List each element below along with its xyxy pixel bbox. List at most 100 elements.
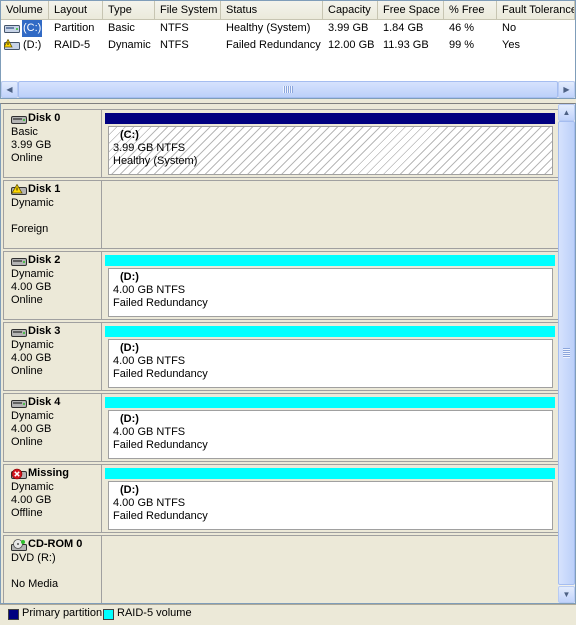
scroll-right-button[interactable]: ▶ [558, 81, 575, 98]
status-cell: Healthy (System) [226, 22, 311, 34]
disk-row-disk-2[interactable]: Disk 2 Dynamic 4.00 GB Online (D:) 4.00 GB NT… [3, 251, 559, 320]
disk-info[interactable]: CD-ROM 0 DVD (R:) No Media [3, 535, 102, 603]
column-capacity[interactable]: Capacity [323, 1, 378, 19]
partition-status: Failed Redundancy [113, 439, 208, 451]
layout-cell: RAID-5 [54, 39, 91, 51]
scroll-up-button[interactable]: ▲ [558, 104, 575, 121]
column-percent-free[interactable]: % Free [444, 1, 497, 19]
volume-list[interactable]: Volume Layout Type File System Status Ca… [0, 0, 576, 99]
disk-info[interactable]: Disk 2 Dynamic 4.00 GB Online [3, 251, 102, 320]
disk-row-disk-3[interactable]: Disk 3 Dynamic 4.00 GB Online (D:) 4.00 GB NT… [3, 322, 559, 391]
disk-info[interactable]: Disk 4 Dynamic 4.00 GB Online [3, 393, 102, 462]
disk-partition-area[interactable]: (D:) 4.00 GB NTFS Failed Redundancy [102, 464, 559, 533]
disk-row-cd-rom-0[interactable]: CD-ROM 0 DVD (R:) No Media [3, 535, 559, 603]
disk-line2: 4.00 GB [11, 423, 52, 435]
volume-row-d[interactable]: (D:) RAID-5 Dynamic NTFS Failed Redundan… [1, 37, 575, 54]
disk-line2: 4.00 GB [11, 281, 52, 293]
capacity-cell: 3.99 GB [328, 22, 369, 34]
grip-icon [563, 348, 570, 358]
partition-color-bar [105, 468, 555, 479]
partition-status: Failed Redundancy [113, 510, 208, 522]
partition-box[interactable]: (D:) 4.00 GB NTFS Failed Redundancy [108, 339, 553, 388]
disk-row-disk-1[interactable]: Disk 1 Dynamic Foreign [3, 180, 559, 249]
disk-partition-area[interactable]: (D:) 4.00 GB NTFS Failed Redundancy [102, 322, 559, 391]
free-space-cell: 11.93 GB [383, 39, 429, 51]
partition-color-bar [105, 397, 555, 408]
layout-cell: Partition [54, 22, 95, 34]
disk-info[interactable]: Disk 1 Dynamic Foreign [3, 180, 102, 249]
disk-line3: Online [11, 365, 43, 377]
disk-line1: Dynamic [11, 410, 54, 422]
disk-line2: 4.00 GB [11, 494, 52, 506]
cdrom-icon [11, 539, 27, 551]
legend-label-raid5: RAID-5 volume [117, 607, 192, 619]
disk-partition-area[interactable]: (C:) 3.99 GB NTFS Healthy (System) [102, 109, 559, 178]
vertical-scroll-thumb[interactable] [558, 121, 575, 585]
horizontal-scrollbar[interactable]: ◀ ▶ [1, 81, 575, 98]
disk-row-disk-4[interactable]: Disk 4 Dynamic 4.00 GB Online (D:) 4.00 GB NT… [3, 393, 559, 462]
partition-label: (D:) [120, 484, 139, 496]
disk-row-disk-0[interactable]: Disk 0 Basic 3.99 GB Online (C:) 3.99 GB NTFS… [3, 109, 559, 178]
partition-box[interactable]: (C:) 3.99 GB NTFS Healthy (System) [108, 126, 553, 175]
volume-row-c[interactable]: (C:) Partition Basic NTFS Healthy (Syste… [1, 20, 575, 37]
disk-name: Disk 0 [11, 112, 101, 126]
type-cell: Dynamic [108, 39, 151, 51]
disk-name: Disk 1 [11, 183, 101, 197]
column-type[interactable]: Type [103, 1, 155, 19]
partition-box[interactable]: (D:) 4.00 GB NTFS Failed Redundancy [108, 268, 553, 317]
status-cell: Failed Redundancy [226, 39, 321, 51]
disk-name-text: Disk 0 [28, 112, 61, 124]
partition-box[interactable]: (D:) 4.00 GB NTFS Failed Redundancy [108, 410, 553, 459]
column-volume[interactable]: Volume [1, 1, 49, 19]
disk-line3: Online [11, 152, 43, 164]
partition-status: Failed Redundancy [113, 368, 208, 380]
disk-info[interactable]: Disk 3 Dynamic 4.00 GB Online [3, 322, 102, 391]
volume-list-header: Volume Layout Type File System Status Ca… [1, 1, 575, 20]
disk-missing-icon [11, 468, 27, 480]
partition-label: (C:) [120, 129, 139, 141]
disk-partition-area[interactable] [102, 535, 559, 603]
volume-name: (D:) [23, 39, 42, 51]
disk-partition-area[interactable]: (D:) 4.00 GB NTFS Failed Redundancy [102, 393, 559, 462]
column-file-system[interactable]: File System [155, 1, 221, 19]
disk-name: Disk 4 [11, 396, 101, 410]
disk-row-missing[interactable]: Missing Dynamic 4.00 GB Offline (D:) 4.00 GB … [3, 464, 559, 533]
legend-swatch-primary [8, 609, 19, 620]
disk-name: Disk 3 [11, 325, 101, 339]
disk-name-text: Missing [28, 467, 69, 479]
disk-info[interactable]: Missing Dynamic 4.00 GB Offline [3, 464, 102, 533]
scroll-left-button[interactable]: ◀ [1, 81, 18, 98]
disk-line2 [11, 210, 101, 223]
disk-name-text: Disk 3 [28, 325, 61, 337]
column-layout[interactable]: Layout [49, 1, 103, 19]
vertical-scrollbar[interactable]: ▲ ▼ [558, 104, 575, 603]
partition-color-bar [105, 113, 555, 124]
partition-size: 4.00 GB NTFS [113, 497, 186, 509]
column-free-space[interactable]: Free Space [378, 1, 444, 19]
file-system-cell: NTFS [160, 22, 189, 34]
horizontal-scroll-thumb[interactable] [18, 81, 558, 98]
drive-warning-icon [4, 39, 20, 50]
partition-status: Failed Redundancy [113, 297, 208, 309]
partition-label: (D:) [120, 271, 139, 283]
disk-name: Disk 2 [11, 254, 101, 268]
disk-line3: Online [11, 436, 43, 448]
disk-graphical-view[interactable]: Disk 0 Basic 3.99 GB Online (C:) 3.99 GB NTFS… [0, 103, 576, 604]
partition-label: (D:) [120, 413, 139, 425]
disk-line1: Dynamic [11, 339, 54, 351]
disk-info[interactable]: Disk 0 Basic 3.99 GB Online [3, 109, 102, 178]
disk-name-text: Disk 1 [28, 183, 61, 195]
column-fault-tolerance[interactable]: Fault Tolerance [497, 1, 575, 19]
partition-box[interactable]: (D:) 4.00 GB NTFS Failed Redundancy [108, 481, 553, 530]
disk-partition-area[interactable] [102, 180, 559, 249]
scroll-down-button[interactable]: ▼ [558, 586, 575, 603]
type-cell: Basic [108, 22, 135, 34]
disk-line1: Dynamic [11, 268, 54, 280]
column-status[interactable]: Status [221, 1, 323, 19]
disk-icon [11, 400, 27, 408]
disk-name-text: CD-ROM 0 [28, 538, 83, 550]
disk-partition-area[interactable]: (D:) 4.00 GB NTFS Failed Redundancy [102, 251, 559, 320]
free-space-cell: 1.84 GB [383, 22, 424, 34]
disk-line3: No Media [11, 578, 59, 590]
partition-color-bar [105, 255, 555, 266]
